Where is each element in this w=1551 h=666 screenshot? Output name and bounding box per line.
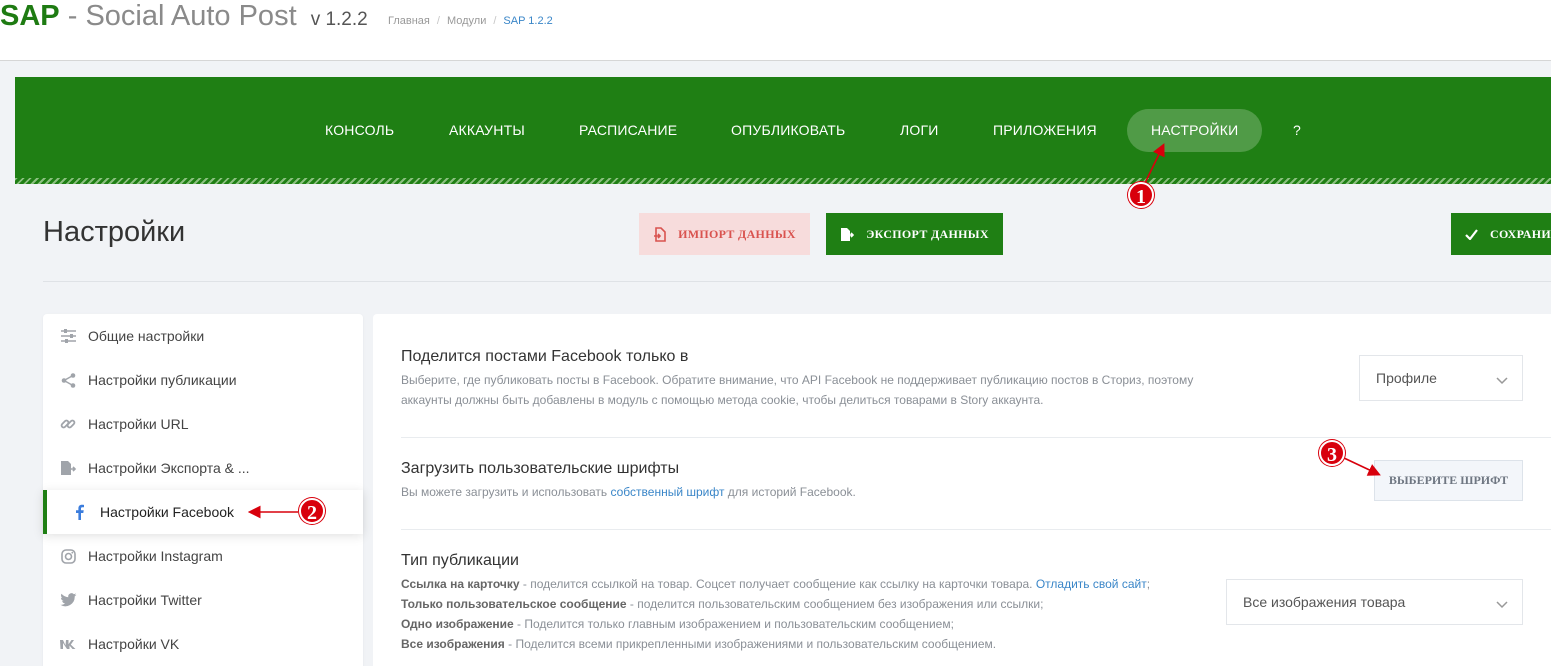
annotation-badge-2: 2 <box>299 498 325 524</box>
annotation-badge-1: 1 <box>1128 182 1154 208</box>
annotation-arrow-1 <box>1144 143 1165 184</box>
annotation-badge-3: 3 <box>1319 440 1345 466</box>
annotation-arrow-3 <box>1343 457 1381 476</box>
annotation-arrows <box>247 143 1381 519</box>
